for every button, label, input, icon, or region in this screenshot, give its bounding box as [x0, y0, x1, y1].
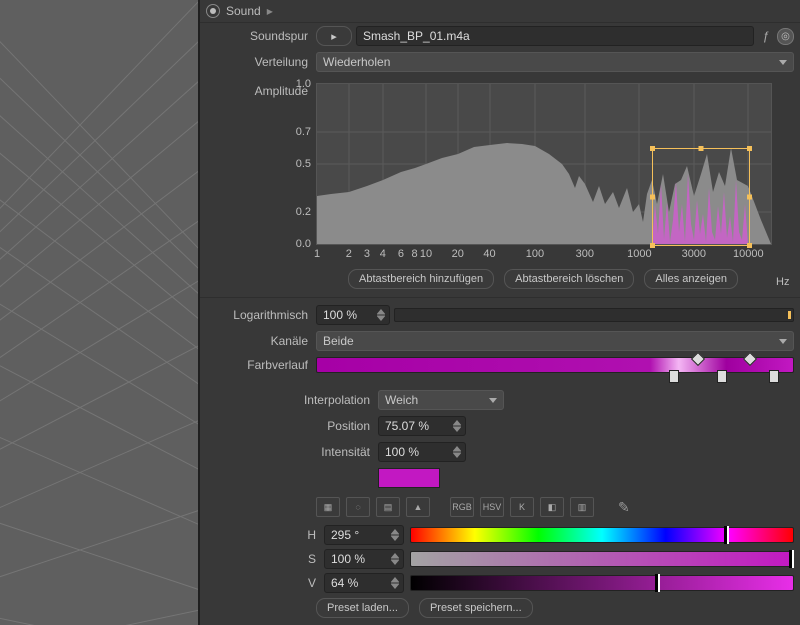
- intensitaet-value[interactable]: 100 %: [378, 442, 466, 462]
- gradient-knot-top[interactable]: [691, 352, 705, 366]
- xtick: 100: [526, 248, 544, 260]
- ytick: 1.0: [296, 78, 311, 90]
- xtick: 2: [346, 248, 352, 260]
- play-button[interactable]: ▸: [316, 26, 352, 46]
- sound-file-name: Smash_BP_01.m4a: [363, 29, 470, 43]
- ytick: 0.2: [296, 206, 311, 218]
- label-h: H: [200, 528, 324, 542]
- rgb-mode-button[interactable]: RGB: [450, 497, 474, 517]
- label-soundspur: Soundspur: [200, 29, 316, 43]
- label-kanaele: Kanäle: [200, 334, 316, 348]
- s-slider[interactable]: [410, 551, 794, 567]
- label-interpolation: Interpolation: [200, 393, 378, 407]
- xtick: 4: [380, 248, 386, 260]
- label-intensitaet: Intensität: [200, 445, 378, 459]
- verteilung-dropdown[interactable]: Wiederholen: [316, 52, 794, 72]
- eyedropper-icon[interactable]: ✎: [618, 499, 630, 516]
- link-target-icon[interactable]: ◎: [777, 28, 794, 45]
- image-picker-icon[interactable]: ▲: [406, 497, 430, 517]
- preset-save-button[interactable]: Preset speichern...: [419, 598, 533, 618]
- kelvin-mode-button[interactable]: K: [510, 497, 534, 517]
- section-header-sound[interactable]: Sound ▶: [200, 0, 800, 23]
- spectrum-svg: [317, 84, 771, 244]
- xtick: 3000: [682, 248, 706, 260]
- radio-icon: [206, 4, 220, 18]
- label-hz: Hz: [776, 276, 789, 288]
- label-log: Logarithmisch: [200, 308, 316, 322]
- section-title: Sound: [226, 4, 261, 18]
- hsv-mode-button[interactable]: HSV: [480, 497, 504, 517]
- label-s: S: [200, 552, 324, 566]
- label-verteilung: Verteilung: [200, 55, 316, 69]
- delete-sample-range-button[interactable]: Abtastbereich löschen: [504, 269, 634, 289]
- add-sample-range-button[interactable]: Abtastbereich hinzufügen: [348, 269, 494, 289]
- xtick: 6: [398, 248, 404, 260]
- xtick: 8: [412, 248, 418, 260]
- gradient-knot-bottom[interactable]: [669, 370, 679, 383]
- xtick: 10: [420, 248, 432, 260]
- color-wheel-icon[interactable]: ◌: [346, 497, 370, 517]
- xtick: 40: [483, 248, 495, 260]
- xtick: 1: [314, 248, 320, 260]
- kanaele-dropdown[interactable]: Beide: [316, 331, 794, 351]
- color-mode-toolbar: ▦ ◌ ▤ ▲ RGB HSV K ◧ ▥ ✎: [316, 491, 800, 523]
- viewport-3d[interactable]: [0, 0, 198, 625]
- ytick: 0.7: [296, 126, 311, 138]
- xtick: 10000: [733, 248, 764, 260]
- ytick: 0.5: [296, 158, 311, 170]
- spectrum-icon[interactable]: ▤: [376, 497, 400, 517]
- gradient-knot-top[interactable]: [743, 352, 757, 366]
- attribute-panel: Sound ▶ Soundspur ▸ Smash_BP_01.m4a ƒ ◎ …: [200, 0, 800, 625]
- label-v: V: [200, 576, 324, 590]
- fx-indicator[interactable]: ƒ: [758, 29, 773, 43]
- xtick: 300: [576, 248, 594, 260]
- show-all-button[interactable]: Alles anzeigen: [644, 269, 738, 289]
- sound-file-field[interactable]: Smash_BP_01.m4a: [356, 26, 754, 46]
- label-farbverlauf: Farbverlauf: [200, 358, 316, 372]
- color-swatch[interactable]: [378, 468, 440, 488]
- v-value[interactable]: 64 %: [324, 573, 404, 593]
- label-position: Position: [200, 419, 378, 433]
- gradient-knot-bottom[interactable]: [769, 370, 779, 383]
- amplitude-graph[interactable]: 1.0 0.7 0.5 0.2 0.0 1 2 3 4 6 8 10 20 40…: [316, 83, 772, 245]
- h-value[interactable]: 295 °: [324, 525, 404, 545]
- h-slider[interactable]: [410, 527, 794, 543]
- chevron-right-icon: ▶: [267, 7, 273, 16]
- mixer-icon[interactable]: ◧: [540, 497, 564, 517]
- preset-load-button[interactable]: Preset laden...: [316, 598, 409, 618]
- gradient-bar[interactable]: [316, 357, 794, 373]
- v-slider[interactable]: [410, 575, 794, 591]
- interpolation-dropdown[interactable]: Weich: [378, 390, 504, 410]
- picker-icon[interactable]: ▦: [316, 497, 340, 517]
- gradient-knot-bottom[interactable]: [717, 370, 727, 383]
- ytick: 0.0: [296, 238, 311, 250]
- xtick: 1000: [627, 248, 651, 260]
- floor-grid: [0, 0, 198, 625]
- log-slider[interactable]: [394, 308, 794, 322]
- position-value[interactable]: 75.07 %: [378, 416, 466, 436]
- log-value[interactable]: 100 %: [316, 305, 390, 325]
- xtick: 20: [452, 248, 464, 260]
- swatches-icon[interactable]: ▥: [570, 497, 594, 517]
- s-value[interactable]: 100 %: [324, 549, 404, 569]
- xtick: 3: [364, 248, 370, 260]
